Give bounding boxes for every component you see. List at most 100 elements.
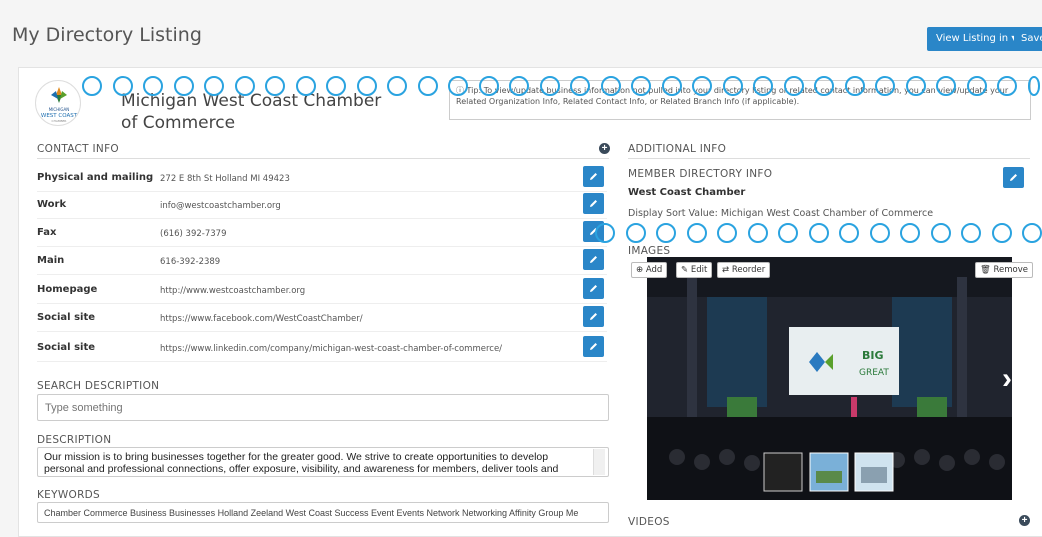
overlay-circle	[808, 223, 829, 243]
edit-contact-button[interactable]	[583, 278, 604, 299]
add-image-button[interactable]: ⊕ Add	[631, 262, 668, 278]
keywords-heading: KEYWORDS	[37, 489, 101, 501]
row-divider	[37, 274, 607, 275]
page-title: My Directory Listing	[12, 24, 202, 46]
images-heading: IMAGES	[628, 245, 671, 257]
pencil-icon	[590, 343, 597, 350]
overlay-circle	[661, 76, 682, 96]
edit-contact-button[interactable]	[583, 249, 604, 270]
display-sort-value: Display Sort Value: Michigan West Coast …	[628, 208, 934, 219]
pencil-icon	[590, 313, 597, 320]
row-divider	[37, 191, 607, 192]
overlay-circle	[783, 76, 804, 96]
svg-text:MICHIGAN: MICHIGAN	[49, 107, 69, 112]
overlay-circle	[839, 223, 859, 243]
overlay-circle	[966, 76, 987, 96]
remove-image-button[interactable]: 🗑 Remove	[975, 262, 1033, 278]
overlay-circle	[595, 223, 615, 243]
overlay-circle	[112, 76, 133, 96]
search-description-heading: SEARCH DESCRIPTION	[37, 380, 160, 392]
keywords-input[interactable]: Chamber Commerce Business Businesses Hol…	[37, 502, 609, 523]
additional-info-heading: ADDITIONAL INFO	[628, 143, 727, 155]
event-photo: BIG GREAT	[647, 257, 1012, 500]
divider	[628, 158, 1030, 159]
overlay-circle	[1022, 223, 1042, 243]
description-scrollbar[interactable]	[593, 449, 605, 475]
svg-text:BIG: BIG	[862, 349, 884, 362]
overlay-circle	[234, 76, 255, 96]
overlay-circle	[204, 76, 224, 96]
page-header: My Directory Listing View Listing in ▾ S…	[0, 0, 1042, 60]
view-listing-button[interactable]: View Listing in ▾	[927, 27, 1026, 51]
overlay-circle	[356, 76, 377, 96]
overlay-circle	[722, 76, 743, 96]
edit-member-info-button[interactable]	[1003, 167, 1024, 188]
overlay-circle	[625, 223, 646, 243]
pencil-icon: ✎	[681, 265, 691, 275]
row-divider	[37, 218, 607, 219]
member-name: West Coast Chamber	[628, 187, 746, 198]
description-heading: DESCRIPTION	[37, 434, 112, 446]
overlay-circle	[778, 223, 798, 243]
chamber-logo-icon: MICHIGAN WEST COAST CHAMBER	[41, 87, 78, 123]
image-carousel[interactable]: BIG GREAT	[647, 257, 1012, 500]
overlay-circle	[448, 76, 468, 96]
overlay-circle	[692, 76, 712, 96]
overlay-circle	[82, 76, 102, 96]
plus-circle-icon: ⊕	[636, 265, 646, 275]
add-video-icon[interactable]: +	[1019, 515, 1030, 526]
overlay-circle	[295, 76, 316, 96]
overlay-circle	[875, 76, 895, 96]
reorder-images-button[interactable]: ⇄ Reorder	[717, 262, 771, 278]
overlay-circle	[717, 223, 737, 243]
carousel-next-icon[interactable]: ›	[1002, 362, 1012, 396]
row-divider	[37, 361, 607, 362]
overlay-circle	[478, 76, 499, 96]
overlay-circle	[747, 223, 768, 243]
overlay-circle	[844, 76, 865, 96]
row-divider	[37, 331, 607, 332]
divider	[37, 158, 609, 159]
trash-icon: 🗑	[980, 265, 994, 275]
edit-contact-button[interactable]	[583, 336, 604, 357]
contact-row-value: info@westcoastchamber.org	[160, 201, 281, 211]
carousel-prev-icon[interactable]: ‹	[630, 362, 640, 396]
row-divider	[37, 303, 607, 304]
contact-row-label: Main	[37, 255, 65, 266]
overlay-circle	[991, 223, 1012, 243]
overlay-circle	[930, 223, 951, 243]
svg-text:CHAMBER: CHAMBER	[51, 119, 66, 123]
edit-image-button[interactable]: ✎ Edit	[676, 262, 713, 278]
description-textarea[interactable]: Our mission is to bring businesses toget…	[37, 447, 609, 477]
contact-row-value: 616-392-2389	[160, 257, 221, 267]
contact-row-value: http://www.westcoastchamber.org	[160, 286, 306, 296]
overlay-circle	[936, 76, 956, 96]
member-directory-heading: MEMBER DIRECTORY INFO	[628, 168, 773, 180]
overlay-circle	[570, 76, 590, 96]
contact-row-value: 272 E 8th St Holland MI 49423	[160, 174, 290, 184]
add-contact-icon[interactable]: +	[599, 143, 610, 154]
contact-row-label: Physical and mailing	[37, 172, 154, 183]
overlay-circle	[753, 76, 773, 96]
edit-contact-button[interactable]	[583, 193, 604, 214]
overlay-circle	[869, 223, 890, 243]
contact-row-value: https://www.facebook.com/WestCoastChambe…	[160, 314, 363, 324]
save-button[interactable]: Save	[1014, 27, 1042, 51]
contact-info-heading: CONTACT INFO	[37, 143, 119, 155]
contact-row-value: (616) 392-7379	[160, 229, 227, 239]
contact-row-value: https://www.linkedin.com/company/michiga…	[160, 344, 503, 354]
overlay-circle	[173, 76, 194, 96]
edit-contact-button[interactable]	[583, 166, 604, 187]
overlay-circle	[905, 76, 926, 96]
contact-row-label: Homepage	[37, 284, 98, 295]
edit-contact-button[interactable]	[583, 306, 604, 327]
pencil-icon	[590, 173, 597, 180]
row-divider	[37, 246, 607, 247]
org-name: Michigan West Coast Chamber of Commerce	[121, 91, 382, 133]
search-description-input[interactable]	[37, 394, 609, 421]
overlay-circle	[997, 76, 1017, 96]
shuffle-icon: ⇄	[722, 265, 732, 275]
overlay-circle	[539, 76, 560, 96]
overlay-circle	[631, 76, 651, 96]
pencil-icon	[590, 285, 597, 292]
